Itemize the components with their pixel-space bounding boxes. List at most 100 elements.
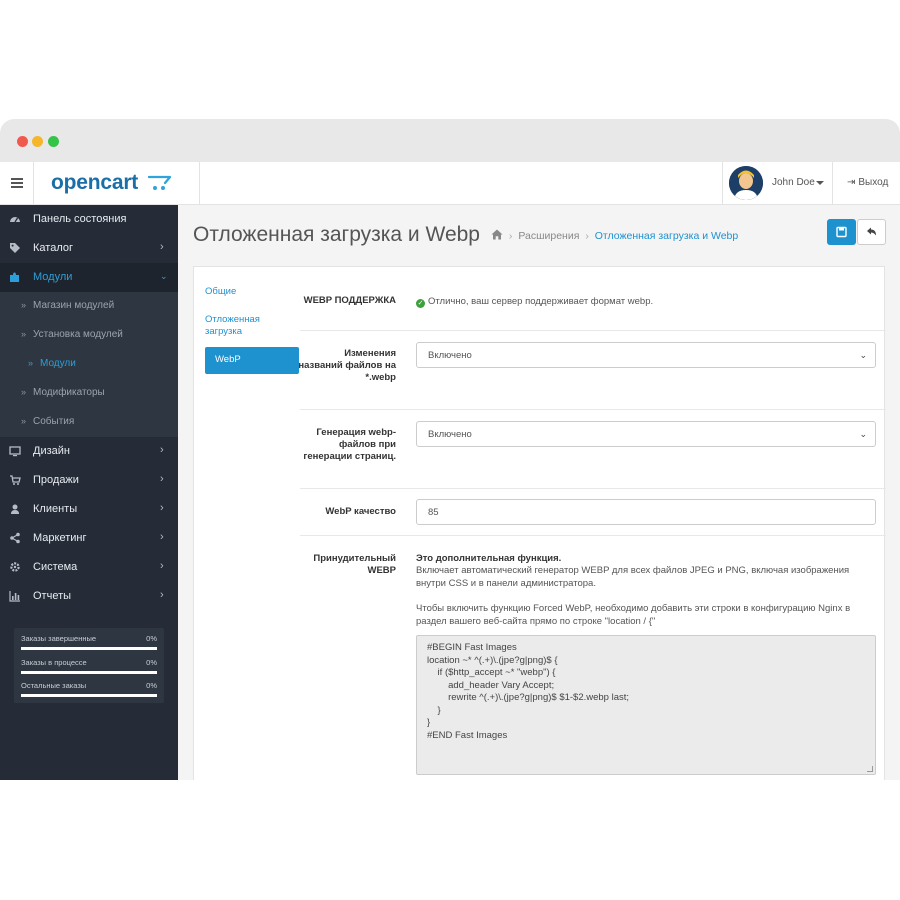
hamburger-icon: [11, 178, 23, 180]
user-menu[interactable]: John Doe: [722, 162, 833, 204]
webp-support-label: WEBP ПОДДЕРЖКА: [303, 295, 396, 306]
double-chevron-icon: »: [21, 416, 27, 426]
sidebar-item-label: Панель состояния: [33, 213, 127, 225]
forced-webp-nginx-note: Чтобы включить функцию Forced WebP, необ…: [416, 603, 851, 627]
double-chevron-icon: »: [21, 300, 27, 310]
menu-toggle-button[interactable]: [0, 162, 34, 204]
sidebar-item-label: Система: [33, 561, 78, 573]
sidebar-item-system[interactable]: Система ›: [0, 553, 178, 582]
generate-webp-label: Генерация webp-файлов при генерации стра…: [303, 427, 396, 462]
back-button[interactable]: [857, 219, 886, 245]
tab-general[interactable]: Общие: [205, 286, 299, 298]
sidebar-item-dashboard[interactable]: Панель состояния: [0, 205, 178, 234]
double-chevron-icon: »: [21, 387, 27, 397]
resize-handle-icon[interactable]: [867, 766, 873, 772]
sign-out-icon: ⇥: [847, 177, 856, 188]
webp-support-message: ✓ Отлично, ваш сервер поддерживает формат…: [416, 296, 653, 308]
maximize-window-icon[interactable]: [48, 136, 59, 147]
hamburger-icon-line: [11, 186, 23, 188]
sidebar-item-marketing[interactable]: Маркетинг ›: [0, 524, 178, 553]
stat-value: 0%: [146, 658, 157, 667]
progress-bar: [21, 671, 157, 674]
forced-webp-label: Принудительный WEBP: [313, 553, 396, 576]
header-divider: [199, 162, 200, 204]
check-circle-icon: ✓: [416, 299, 425, 308]
breadcrumb-item-extensions[interactable]: Расширения: [518, 230, 579, 242]
close-window-icon[interactable]: [17, 136, 28, 147]
sidebar-item-customers[interactable]: Клиенты ›: [0, 495, 178, 524]
main-content: Отложенная загрузка и Webp › Расширения …: [178, 205, 900, 780]
rename-webp-select[interactable]: Включено ⌄: [416, 342, 876, 368]
sidebar-item-sales[interactable]: Продажи ›: [0, 466, 178, 495]
nginx-config-textarea[interactable]: #BEGIN Fast Images location ~* ^(.+)\.(j…: [416, 635, 876, 775]
row-divider: [300, 535, 886, 536]
sidebar-item-catalog[interactable]: Каталог ›: [0, 234, 178, 263]
minimize-window-icon[interactable]: [32, 136, 43, 147]
settings-panel: Общие Отложенная загрузка WebP WEBP ПОДД…: [193, 266, 886, 780]
breadcrumb-item-current[interactable]: Отложенная загрузка и Webp: [595, 230, 739, 242]
logout-label: Выход: [858, 177, 889, 188]
rename-webp-value: Включено: [428, 350, 472, 361]
sidebar-subitem-modifications[interactable]: » Модификаторы: [0, 379, 178, 408]
stat-label: Заказы в процессе: [21, 658, 87, 667]
forced-webp-description: Включает автоматический генератор WEBP д…: [416, 565, 850, 589]
home-icon[interactable]: [491, 229, 503, 240]
breadcrumb-separator: ›: [585, 230, 589, 242]
sidebar-item-reports[interactable]: Отчеты ›: [0, 582, 178, 611]
opencart-logo[interactable]: opencart: [51, 171, 138, 195]
sidebar-subitem-modules[interactable]: » Модули: [0, 350, 178, 379]
chevron-right-icon: ›: [160, 502, 164, 514]
sidebar-item-label: Продажи: [33, 474, 79, 486]
save-button[interactable]: [827, 219, 856, 245]
sidebar-item-label: Дизайн: [33, 445, 70, 457]
sidebar-subitem-module-store[interactable]: » Магазин модулей: [0, 292, 178, 321]
tab-lazy-load[interactable]: Отложенная загрузка: [205, 314, 299, 338]
chevron-right-icon: ›: [160, 444, 164, 456]
sidebar-item-label: Клиенты: [33, 503, 78, 515]
chevron-right-icon: ›: [160, 241, 164, 253]
sidebar-item-label: Маркетинг: [33, 532, 87, 544]
sidebar-item-modules[interactable]: Модули ⌄: [0, 263, 178, 292]
floppy-disk-icon: [836, 226, 847, 238]
webp-quality-input[interactable]: 85: [416, 499, 876, 525]
sidebar-subitem-events[interactable]: » События: [0, 408, 178, 437]
generate-webp-select[interactable]: Включено ⌄: [416, 421, 876, 447]
page-title: Отложенная загрузка и Webp: [193, 223, 480, 246]
avatar: [729, 166, 763, 200]
user-icon: [9, 503, 21, 515]
top-header: opencart John Doe ⇥ Выход: [0, 162, 900, 205]
generate-webp-value: Включено: [428, 429, 472, 440]
row-divider: [300, 330, 886, 331]
user-name: John Doe: [772, 177, 815, 188]
progress-bar: [21, 694, 157, 697]
nginx-config-text: #BEGIN Fast Images location ~* ^(.+)\.(j…: [427, 642, 630, 741]
sidebar-item-label: Модификаторы: [33, 387, 105, 398]
dashboard-icon: [9, 213, 21, 225]
share-icon: [9, 532, 21, 544]
stat-value: 0%: [146, 634, 157, 643]
sidebar-item-design[interactable]: Дизайн ›: [0, 437, 178, 466]
chevron-right-icon: ›: [160, 531, 164, 543]
stat-label: Остальные заказы: [21, 681, 87, 690]
sidebar-item-label: Отчеты: [33, 590, 72, 602]
webp-support-text: Отлично, ваш сервер поддерживает формат …: [428, 296, 654, 307]
breadcrumb: › Расширения › Отложенная загрузка и Web…: [491, 229, 738, 242]
logout-link[interactable]: ⇥ Выход: [847, 177, 888, 188]
window-titlebar: [0, 119, 900, 162]
sidebar-item-label: События: [33, 416, 75, 427]
sidebar-item-label: Магазин модулей: [33, 300, 115, 311]
cart-logo-icon: [148, 175, 172, 190]
stat-value: 0%: [146, 681, 157, 690]
sidebar-item-label: Модули: [40, 358, 76, 369]
row-divider: [300, 409, 886, 410]
forced-webp-title: Это дополнительная функция.: [416, 553, 562, 564]
sidebar-item-label: Каталог: [33, 242, 73, 254]
chevron-down-icon: ⌄: [160, 271, 168, 281]
sidebar-subitem-module-install[interactable]: » Установка модулей: [0, 321, 178, 350]
chevron-down-icon: ⌄: [859, 350, 867, 360]
stat-label: Заказы завершенные: [21, 634, 97, 643]
sidebar-item-label: Модули: [33, 271, 73, 283]
tag-icon: [9, 242, 21, 254]
progress-bar: [21, 647, 157, 650]
tab-webp[interactable]: WebP: [205, 347, 299, 374]
